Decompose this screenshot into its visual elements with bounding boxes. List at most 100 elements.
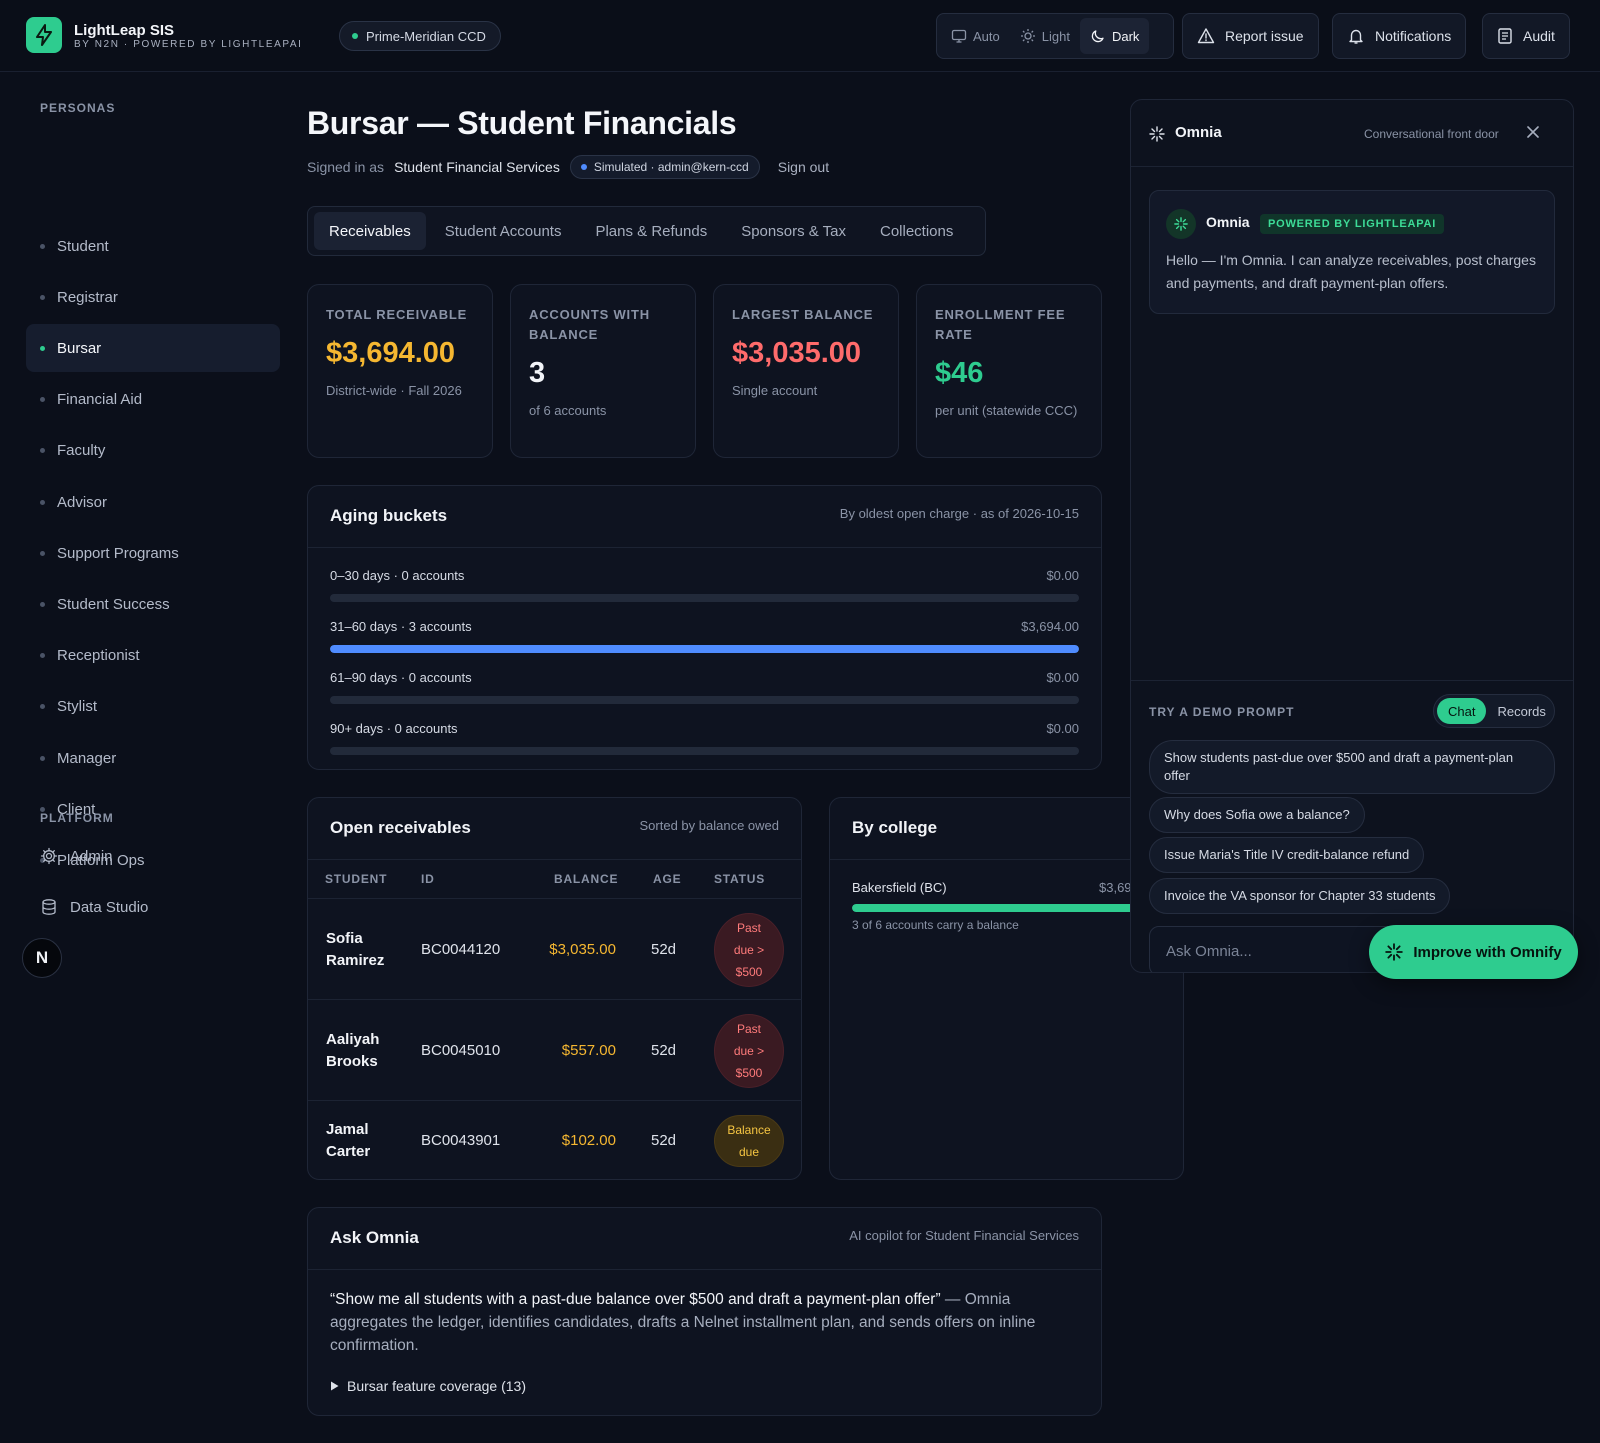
bucket-bar-track — [330, 696, 1079, 704]
signed-in-prefix: Signed in as — [307, 159, 385, 175]
sidebar-item-label: Faculty — [57, 442, 106, 460]
bullet-dot-icon — [40, 499, 45, 505]
bucket-label: 90+ days · 0 accounts — [330, 721, 458, 736]
omnia-subtitle: Conversational front door — [1364, 127, 1499, 141]
avatar[interactable]: N — [22, 938, 62, 978]
bullet-dot-icon — [40, 550, 45, 556]
sidebar-item-support-programs[interactable]: Support Programs — [26, 529, 280, 577]
sidebar-item-faculty[interactable]: Faculty — [26, 427, 280, 475]
bucket-bar-track — [330, 747, 1079, 755]
balance-amount: $102.00 — [561, 1132, 616, 1149]
tab-receivables[interactable]: Receivables — [314, 212, 426, 250]
card-subtitle: By oldest open charge · as of 2026-10-15 — [839, 506, 1079, 521]
feature-coverage-toggle[interactable]: Bursar feature coverage (13) — [330, 1378, 526, 1394]
powered-by-badge: POWERED BY LIGHTLEAPAI — [1260, 214, 1445, 234]
college-bar-fill — [852, 904, 1162, 912]
kpi-label: TOTAL RECEIVABLE — [326, 307, 468, 322]
sidebar-item-receptionist[interactable]: Receptionist — [26, 632, 280, 680]
ask-omnia-description: “Show me all students with a past-due ba… — [330, 1288, 1080, 1357]
sidebar-item-student-success[interactable]: Student Success — [26, 580, 280, 628]
theme-dark-button[interactable]: Dark — [1079, 18, 1150, 54]
theme-light-button[interactable]: Light — [1010, 18, 1080, 54]
monitor-icon — [951, 29, 967, 43]
sidebar-item-client[interactable]: Client — [26, 785, 280, 833]
kpi-card-accounts-with-balance: ACCOUNTS WITH BALANCE 3 of 6 accounts — [510, 284, 696, 458]
card-title: Aging buckets — [330, 506, 448, 525]
student-name: Sofia Ramirez — [326, 928, 384, 972]
feature-coverage-label: Bursar feature coverage (13) — [347, 1378, 526, 1394]
student-name: Jamal Carter — [326, 1119, 370, 1163]
sidebar-item-label: Bursar — [57, 339, 102, 357]
audit-button[interactable]: Audit — [1482, 13, 1570, 59]
theme-light-label: Light — [1041, 28, 1070, 44]
sidebar-item-label: Manager — [57, 749, 117, 767]
sidebar-item-registrar[interactable]: Registrar — [26, 273, 280, 321]
tab-student-accounts[interactable]: Student Accounts — [430, 212, 577, 250]
demo-prompt-chip[interactable]: Issue Maria's Title IV credit-balance re… — [1149, 837, 1425, 873]
ask-omnia-quote: “Show me all students with a past-due ba… — [330, 1291, 941, 1308]
status-text: due — [738, 1145, 760, 1159]
column-header-balance[interactable]: BALANCE — [554, 872, 618, 886]
age-days: 52d — [651, 1041, 677, 1059]
sidebar-item-data-studio[interactable]: Data Studio — [26, 883, 280, 931]
improve-with-omnify-button[interactable]: Improve with Omnify — [1369, 925, 1578, 979]
notifications-button[interactable]: Notifications — [1332, 13, 1467, 59]
table-row[interactable]: Jamal Carter BC0043901 $102.00 52d Balance due — [308, 1100, 802, 1180]
tab-plans-refunds[interactable]: Plans & Refunds — [580, 212, 722, 250]
sidebar-item-label: Financial Aid — [57, 391, 143, 409]
status-badge: Past due > $500 — [714, 1013, 784, 1088]
audit-label: Audit — [1523, 28, 1555, 44]
demo-prompt-chip[interactable]: Show students past-due over $500 and dra… — [1149, 740, 1555, 794]
table-row[interactable]: Sofia Ramirez BC0044120 $3,035.00 52d Past due… — [308, 898, 802, 999]
theme-toggle-group: Auto Light Dark — [936, 13, 1174, 59]
sidebar-item-advisor[interactable]: Advisor — [26, 478, 280, 526]
sidebar-item-stylist[interactable]: Stylist — [26, 683, 280, 731]
tab-sponsors-tax[interactable]: Sponsors & Tax — [726, 212, 861, 250]
page-title: Bursar — Student Financials — [307, 105, 737, 141]
column-header-id[interactable]: ID — [421, 872, 435, 886]
sidebar-item-label: Receptionist — [57, 647, 140, 665]
sun-icon — [1020, 29, 1035, 43]
column-header-age[interactable]: AGE — [653, 872, 681, 886]
report-issue-button[interactable]: Report issue — [1182, 13, 1319, 59]
sidebar-item-financial-aid[interactable]: Financial Aid — [26, 376, 280, 424]
status-text: Past — [736, 920, 761, 935]
balance-amount: $557.00 — [561, 1041, 616, 1059]
table-row[interactable]: Aaliyah Brooks BC0045010 $557.00 52d Past due … — [308, 999, 802, 1100]
student-first-name: Aaliyah — [326, 1030, 380, 1048]
theme-auto-button[interactable]: Auto — [941, 18, 1010, 54]
sidebar-item-label: Admin — [70, 847, 113, 865]
close-icon[interactable] — [1525, 124, 1541, 140]
demo-prompt-chip[interactable]: Why does Sofia owe a balance? — [1149, 797, 1365, 833]
mode-records-button[interactable]: Records — [1486, 698, 1556, 724]
sidebar-item-manager[interactable]: Manager — [26, 734, 280, 782]
tenant-selector[interactable]: Prime-Meridian CCD — [339, 21, 501, 51]
sidebar-item-student[interactable]: Student — [26, 222, 280, 270]
sidebar-item-admin[interactable]: Admin — [26, 832, 280, 880]
brand-name: LightLeap SIS — [74, 22, 175, 39]
card-title: Ask Omnia — [330, 1228, 419, 1247]
bullet-dot-icon — [40, 704, 45, 710]
tab-collections[interactable]: Collections — [865, 212, 968, 250]
bucket-label: 61–90 days · 0 accounts — [330, 670, 472, 685]
age-days: 52d — [651, 1132, 677, 1149]
sidebar-item-bursar[interactable]: Bursar — [26, 324, 280, 373]
bullet-dot-icon — [40, 345, 45, 351]
aging-buckets-card: Aging buckets By oldest open charge · as… — [307, 485, 1102, 770]
column-header-status[interactable]: STATUS — [714, 872, 765, 886]
kpi-value: $3,035.00 — [732, 337, 862, 369]
sidebar-item-label: Stylist — [57, 698, 98, 716]
personas-heading: PERSONAS — [40, 101, 116, 115]
column-header-student[interactable]: STUDENT — [325, 872, 387, 886]
omnia-panel: Omnia Conversational front door Omnia PO… — [1130, 99, 1574, 973]
report-issue-label: Report issue — [1225, 28, 1304, 44]
sign-out-link[interactable]: Sign out — [778, 159, 829, 175]
bell-icon — [1349, 29, 1363, 44]
lightning-logo-icon[interactable] — [26, 17, 62, 53]
theme-auto-label: Auto — [973, 28, 1000, 44]
ask-omnia-card: Ask Omnia AI copilot for Student Financi… — [307, 1207, 1102, 1416]
theme-dark-label: Dark — [1111, 28, 1140, 44]
mode-chat-button[interactable]: Chat — [1437, 698, 1487, 724]
bucket-label: 31–60 days · 3 accounts — [330, 619, 472, 634]
demo-prompt-chip[interactable]: Invoice the VA sponsor for Chapter 33 st… — [1149, 878, 1451, 914]
